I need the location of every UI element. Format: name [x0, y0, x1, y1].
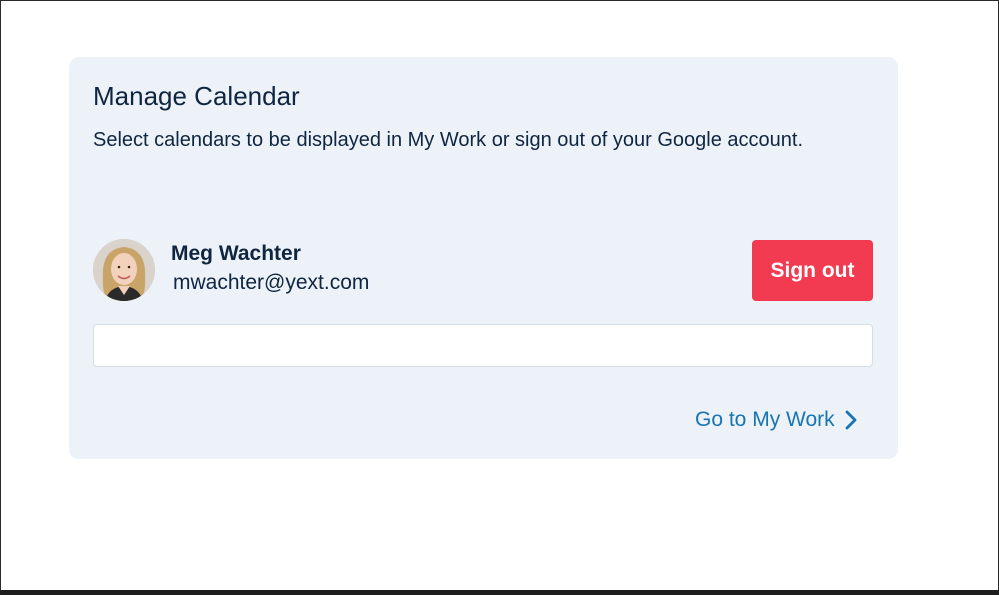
manage-calendar-card: Manage Calendar Select calendars to be d…: [69, 57, 898, 459]
sign-out-button[interactable]: Sign out: [752, 240, 873, 301]
user-photo-icon: [93, 239, 155, 301]
account-name: Meg Wachter: [171, 242, 301, 265]
chevron-right-icon: [845, 410, 857, 430]
card-title: Manage Calendar: [93, 81, 300, 111]
window-frame: Manage Calendar Select calendars to be d…: [0, 0, 999, 591]
bottom-edge: [0, 590, 999, 595]
avatar: [93, 239, 155, 301]
go-to-my-work-label: Go to My Work: [695, 408, 835, 431]
calendar-list[interactable]: [93, 324, 873, 367]
card-description: Select calendars to be displayed in My W…: [93, 129, 804, 151]
account-email: mwachter@yext.com: [173, 271, 370, 294]
go-to-my-work-link[interactable]: Go to My Work: [695, 405, 857, 435]
